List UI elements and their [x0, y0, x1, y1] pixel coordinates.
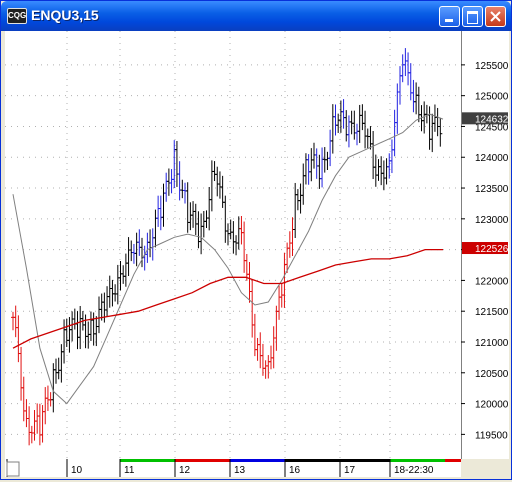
price-tick-label: 123000 [475, 215, 509, 226]
time-scroll-box [6, 461, 20, 477]
price-tick-label: 120500 [475, 369, 509, 380]
session-band [285, 459, 340, 462]
time-tick-label: 12 [179, 465, 191, 476]
session-band [230, 459, 285, 462]
session-band [120, 459, 175, 462]
time-tick-label: 17 [344, 465, 356, 476]
minimize-button[interactable] [439, 6, 460, 27]
chart-plot-area[interactable] [5, 31, 461, 459]
time-axis[interactable]: 910111213161718-22:30 [5, 459, 461, 477]
price-axis[interactable]: 1255001250001245001240001235001230001225… [460, 31, 509, 459]
price-tick-label: 122000 [475, 276, 509, 287]
maximize-icon [467, 11, 478, 24]
price-tick-label: 121000 [475, 338, 509, 349]
price-chart[interactable] [5, 31, 461, 459]
chart-window: CQG ENQU3,15 125500 125000 124500 124000 123… [0, 0, 512, 480]
time-tick-label: 13 [234, 465, 246, 476]
window-title: ENQU3,15 [31, 7, 99, 23]
moving-average-label: 122526 [475, 244, 509, 255]
session-band [340, 459, 390, 462]
time-tick-label: 18-22:30 [394, 465, 434, 476]
minimize-icon [445, 19, 453, 22]
price-tick-label: 125500 [475, 61, 509, 72]
close-button[interactable] [485, 6, 506, 27]
close-icon [490, 11, 501, 22]
price-tick-label: 119500 [475, 430, 508, 441]
maximize-button[interactable] [462, 6, 483, 27]
price-tick-label: 124000 [475, 153, 509, 164]
price-tick-label: 123500 [475, 184, 509, 195]
time-tick-label: 11 [124, 465, 135, 476]
time-tick-label: 16 [289, 465, 301, 476]
price-tick-label: 120000 [475, 400, 509, 411]
title-bar[interactable]: CQG ENQU3,15 [1, 1, 511, 31]
price-tick-label: 121500 [475, 307, 509, 318]
price-tick-label: 125000 [475, 92, 509, 103]
last-price-label: 124632 [475, 114, 509, 125]
time-tick-label: 10 [71, 465, 83, 476]
session-band [175, 459, 230, 462]
axis-corner [461, 459, 509, 477]
chart-app-icon[interactable]: CQG [7, 8, 27, 24]
session-band [445, 459, 461, 462]
session-band [67, 459, 120, 462]
